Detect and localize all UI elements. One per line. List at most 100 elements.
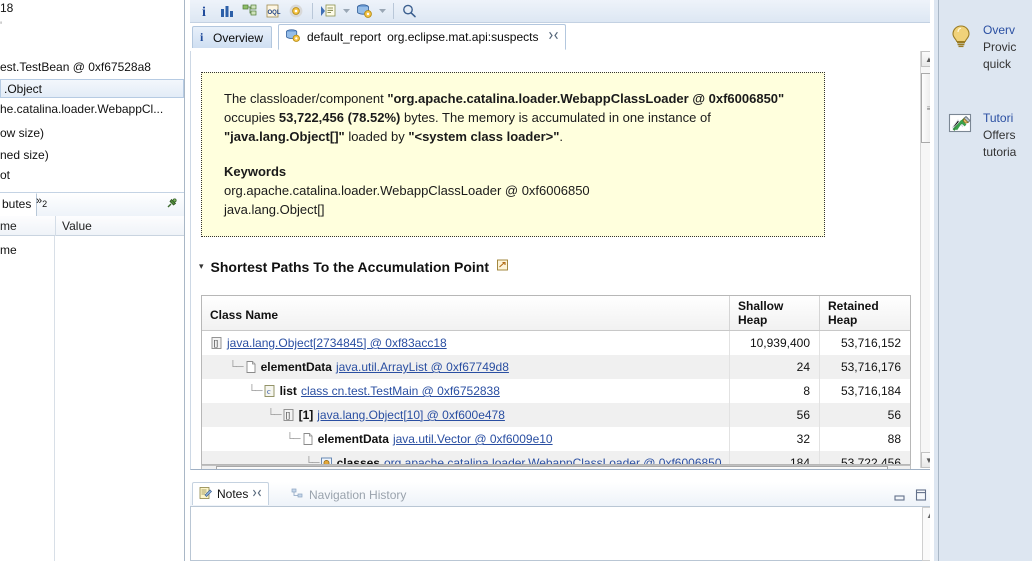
cell-field-name: classes: [336, 456, 380, 465]
tab-overview-label: Overview: [213, 30, 264, 45]
close-icon[interactable]: [252, 487, 262, 501]
keyword-2: java.lang.Object[]: [224, 202, 325, 217]
cell-class-name[interactable]: └─ classes org.apache.catalina.loader.Weba…: [202, 451, 729, 465]
cell-class-name[interactable]: └─ elementData java.util.ArrayList @ 0xf67…: [202, 355, 729, 379]
left-table-row[interactable]: me: [0, 243, 17, 257]
chevron-down-icon[interactable]: [340, 1, 353, 21]
table-header-row: Class Name Shallow Heap Retained Heap: [202, 296, 910, 331]
cell-object-link[interactable]: java.lang.Object[2734845] @ 0xf83acc18: [227, 336, 447, 350]
minimize-icon[interactable]: [894, 491, 906, 505]
table-row[interactable]: └─ c list class cn.test.TestMain @ 0xf67528…: [202, 379, 910, 403]
cell-retained-heap: 56: [819, 403, 910, 427]
scroll-left-arrow[interactable]: ◀: [202, 468, 216, 469]
left-col-divider: [55, 216, 56, 236]
tab-notes[interactable]: Notes: [192, 482, 270, 505]
left-fragment-top: 18: [0, 1, 14, 15]
table-row[interactable]: [] java.lang.Object[2734845] @ 0xf83acc18…: [202, 331, 910, 355]
gear-icon[interactable]: [285, 1, 307, 21]
cell-class-name[interactable]: └─[] [1] java.lang.Object[10] @ 0xf600e478: [202, 403, 729, 427]
table-row[interactable]: └─ classes org.apache.catalina.loader.Weba…: [202, 451, 910, 465]
application-window: 18 ' est.TestBean @ 0xf67528a8 .Object h…: [0, 0, 1032, 561]
cell-retained-heap: 53,716,184: [819, 379, 910, 403]
help-overview-text: Overv Provic quick: [983, 22, 1016, 73]
oql-icon[interactable]: OQL: [262, 1, 284, 21]
cell-object-link[interactable]: java.util.ArrayList @ 0xf67749d8: [336, 360, 509, 374]
tab-report-title: default_report: [307, 30, 382, 44]
lamp-icon: [947, 22, 975, 50]
hscroll-thumb[interactable]: ≡: [216, 466, 888, 469]
svg-text:i: i: [202, 5, 206, 19]
left-row-retained-size[interactable]: ned size): [0, 148, 49, 162]
left-row-webapp[interactable]: he.catalina.loader.WebappCl...: [0, 102, 163, 116]
column-header-retained-heap[interactable]: Retained Heap: [819, 296, 910, 330]
left-row-testbean[interactable]: est.TestBean @ 0xf67528a8: [0, 60, 151, 74]
pin-icon[interactable]: [165, 197, 178, 213]
query-browser-icon[interactable]: [317, 1, 339, 21]
dominator-tree-icon[interactable]: [239, 1, 261, 21]
left-col-name[interactable]: me: [0, 219, 17, 233]
cell-shallow-heap: 24: [729, 355, 819, 379]
left-fragment-dots: ': [0, 20, 3, 32]
chevron-down-icon[interactable]: ▾: [199, 261, 204, 272]
bar-chart-icon[interactable]: [216, 1, 238, 21]
cell-object-link[interactable]: java.lang.Object[10] @ 0xf600e478: [317, 408, 505, 422]
table-row[interactable]: └─[] [1] java.lang.Object[10] @ 0xf600e478…: [202, 403, 910, 427]
close-icon[interactable]: [548, 30, 559, 44]
notes-icon: [199, 486, 213, 503]
left-row-root[interactable]: ot: [0, 168, 10, 182]
tutorial-icon: [947, 110, 975, 138]
field-icon: [244, 360, 257, 374]
tab-attributes[interactable]: butes: [0, 193, 38, 216]
section-header-shortest-paths[interactable]: ▾ Shortest Paths To the Accumulation Poi…: [199, 258, 510, 275]
left-row-object-selected[interactable]: .Object: [0, 79, 184, 98]
overflow-count: 2: [42, 199, 48, 209]
tab-default-report[interactable]: default_report org.eclipse.mat.api:suspe…: [278, 24, 567, 50]
left-tabbar: butes »2: [0, 192, 184, 216]
info-icon[interactable]: i: [193, 1, 215, 21]
help-overview-title[interactable]: Overv: [983, 23, 1015, 37]
hscroll-track[interactable]: ≡: [216, 466, 896, 469]
cell-retained-heap: 53,722,456: [819, 451, 910, 464]
notes-text-area[interactable]: [190, 506, 938, 561]
help-item-overview[interactable]: Overv Provic quick: [947, 22, 1016, 73]
tree-guide: └─: [248, 385, 263, 397]
array-icon: []: [210, 336, 223, 350]
column-header-shallow-heap[interactable]: Shallow Heap: [729, 296, 819, 330]
table-horizontal-scrollbar[interactable]: ◀ ≡ ▶: [201, 465, 911, 469]
table-row[interactable]: └─ elementData java.util.Vector @ 0xf6009e…: [202, 427, 910, 451]
help-tutorials-title[interactable]: Tutori: [983, 111, 1013, 125]
svg-text:c: c: [267, 387, 271, 396]
column-header-class-name[interactable]: Class Name: [202, 296, 729, 330]
chevron-down-icon-2[interactable]: [376, 1, 389, 21]
tab-overview[interactable]: i Overview: [192, 26, 273, 48]
report-content: The classloader/component "org.apache.ca…: [190, 51, 938, 470]
left-col-value[interactable]: Value: [62, 219, 92, 233]
scroll-right-arrow[interactable]: ▶: [896, 468, 910, 469]
cell-class-name[interactable]: └─ elementData java.util.Vector @ 0xf6009e…: [202, 427, 729, 451]
navigation-history-icon: [291, 487, 304, 503]
tab-navigation-history[interactable]: Navigation History: [286, 485, 411, 505]
left-table-column-separator: [54, 236, 55, 561]
cell-object-link[interactable]: org.apache.catalina.loader.WebappClassLo…: [384, 456, 722, 464]
desc-pre: The classloader/component: [224, 91, 388, 106]
search-icon[interactable]: [398, 1, 420, 21]
tab-overflow-chevron[interactable]: »2: [36, 195, 47, 209]
left-row-shallow-size[interactable]: ow size): [0, 126, 44, 140]
maximize-icon[interactable]: [915, 489, 927, 504]
tab-report-subtitle: org.eclipse.mat.api:suspects: [387, 30, 539, 44]
open-in-new-icon[interactable]: [496, 258, 510, 275]
editor-toolbar: i OQL: [190, 0, 938, 23]
svg-text:i: i: [200, 30, 204, 43]
help-item-tutorials[interactable]: Tutori Offers tutoria: [947, 110, 1016, 161]
left-table-header: me Value: [0, 216, 184, 236]
svg-text:[]: []: [214, 339, 218, 348]
tree-guide: └─: [286, 433, 301, 445]
cell-class-name[interactable]: [] java.lang.Object[2734845] @ 0xf83acc18: [202, 331, 729, 355]
table-row[interactable]: └─ elementData java.util.ArrayList @ 0xf67…: [202, 355, 910, 379]
shortest-paths-table: Class Name Shallow Heap Retained Heap []…: [201, 295, 911, 465]
cell-class-name[interactable]: └─ c list class cn.test.TestMain @ 0xf67528…: [202, 379, 729, 403]
cell-object-link[interactable]: class cn.test.TestMain @ 0xf6752838: [301, 384, 500, 398]
cell-object-link[interactable]: java.util.Vector @ 0xf6009e10: [393, 432, 553, 446]
report-icon[interactable]: [353, 1, 375, 21]
info-icon: i: [199, 30, 208, 46]
